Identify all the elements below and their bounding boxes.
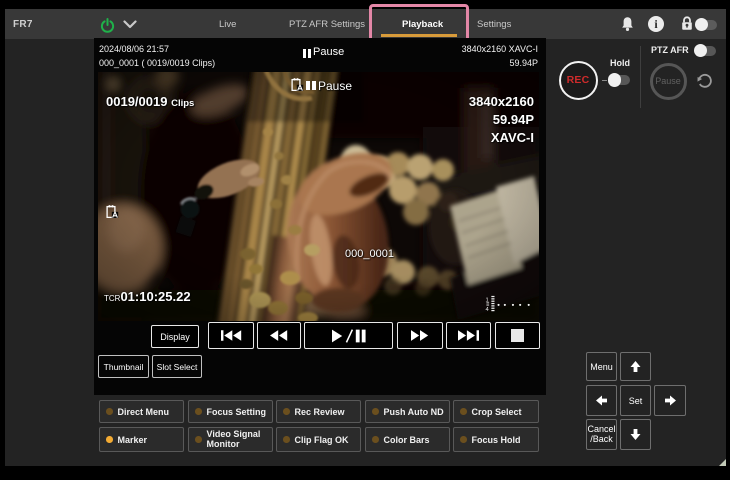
svg-text:4: 4	[486, 307, 490, 313]
